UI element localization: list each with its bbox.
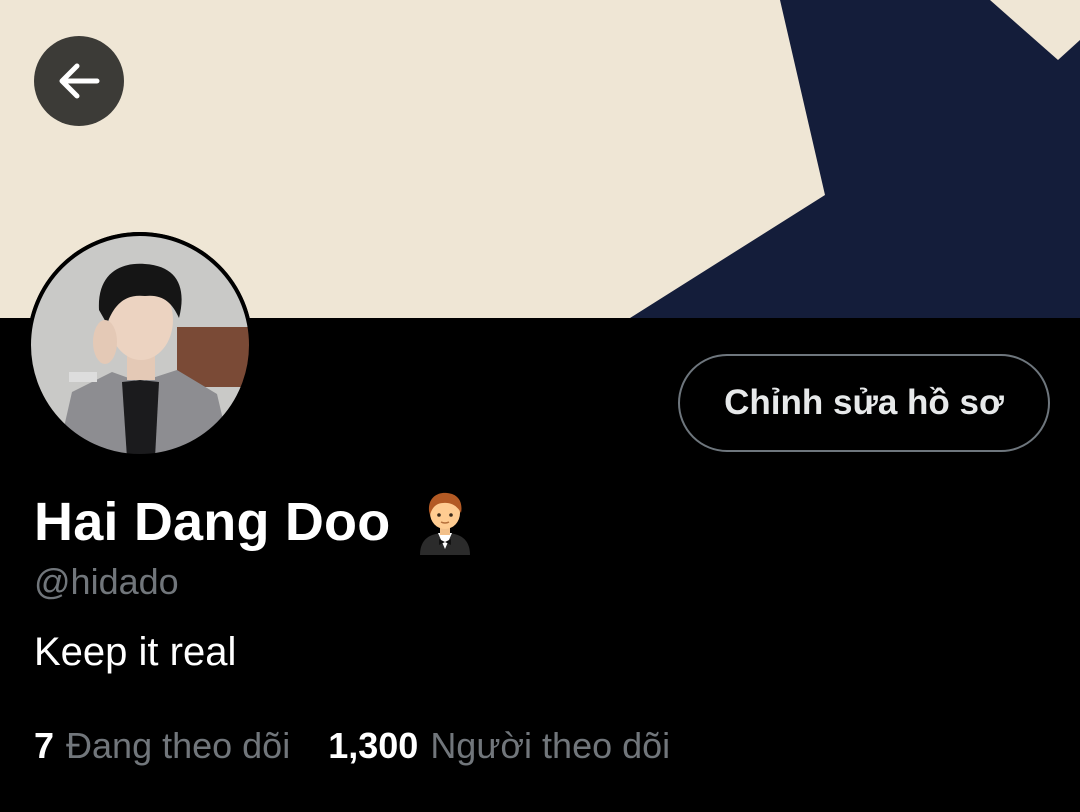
profile-stats: 7 Đang theo dõi 1,300 Người theo dõi (34, 725, 670, 767)
profile-handle: @hidado (34, 561, 179, 602)
display-name: Hai Dang Doo (34, 492, 391, 552)
arrow-left-icon (59, 63, 100, 99)
profile-bio: Keep it real (34, 630, 237, 674)
followers-count: 1,300 (328, 725, 419, 766)
edit-profile-button[interactable]: Chỉnh sửa hồ sơ (678, 354, 1050, 452)
followers-label: Người theo dõi (430, 725, 671, 766)
back-button[interactable] (34, 36, 124, 126)
followers-link[interactable]: 1,300 Người theo dõi (328, 725, 670, 767)
avatar-photo (27, 232, 253, 458)
avatar[interactable] (27, 232, 253, 458)
following-link[interactable]: 7 Đang theo dõi (34, 725, 290, 767)
man-in-tuxedo-icon (420, 492, 471, 555)
following-label: Đang theo dõi (66, 725, 291, 766)
following-count: 7 (34, 725, 55, 766)
display-name-row: Hai Dang Doo (34, 486, 474, 558)
